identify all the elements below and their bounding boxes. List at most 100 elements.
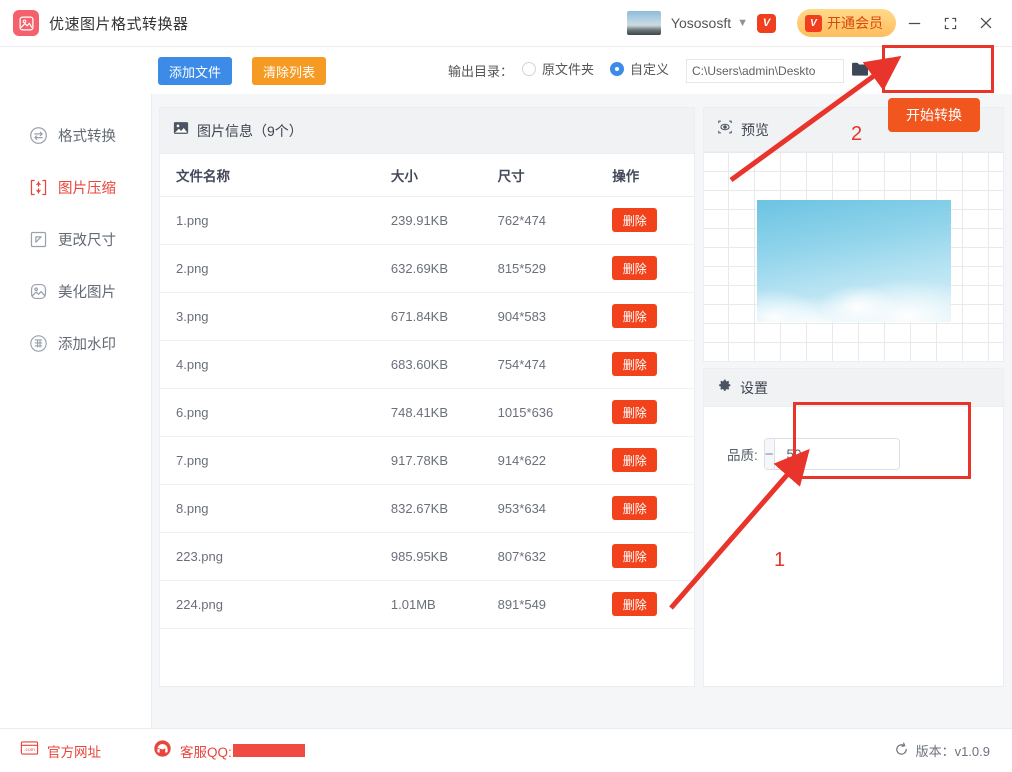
upgrade-membership-button[interactable]: V 开通会员 — [797, 9, 896, 37]
sidebar-item-resize[interactable]: 更改尺寸 — [0, 213, 151, 265]
table-row[interactable]: 4.png 683.60KB 754*474 删除 — [160, 340, 694, 389]
close-button[interactable] — [968, 0, 1004, 46]
image-icon — [173, 120, 189, 141]
cell-actions: 删除 — [612, 532, 694, 581]
column-filename: 文件名称 — [160, 154, 391, 197]
delete-button[interactable]: 删除 — [612, 544, 658, 568]
sidebar-item-image-compress-label: 图片压缩 — [58, 180, 116, 197]
radio-custom-folder[interactable]: 自定义 — [610, 59, 669, 78]
cell-dimensions: 914*622 — [497, 436, 613, 485]
sidebar-item-format-convert[interactable]: 格式转换 — [0, 109, 151, 161]
version-info[interactable]: 版本：v1.0.9 — [894, 741, 990, 760]
cell-dimensions: 904*583 — [497, 292, 613, 341]
file-table-body: 1.png 239.91KB 762*474 删除 2.png 632.69KB… — [160, 196, 694, 629]
add-files-button[interactable]: 添加文件 — [158, 57, 232, 85]
eye-preview-icon — [717, 119, 733, 140]
preview-panel: 预览 — [703, 107, 1004, 362]
quality-stepper[interactable]: − + — [763, 438, 900, 470]
sidebar-item-resize-label: 更改尺寸 — [58, 232, 116, 249]
delete-button[interactable]: 删除 — [612, 400, 658, 424]
column-size: 大小 — [390, 154, 498, 197]
vip-icon[interactable]: V — [757, 13, 776, 33]
quality-input[interactable] — [774, 439, 899, 469]
table-row[interactable]: 2.png 632.69KB 815*529 删除 — [160, 244, 694, 293]
cell-dimensions: 762*474 — [497, 196, 613, 245]
table-row[interactable]: 8.png 832.67KB 953*634 删除 — [160, 484, 694, 533]
preview-image — [757, 200, 951, 322]
table-row[interactable]: 3.png 671.84KB 904*583 删除 — [160, 292, 694, 341]
folder-icon[interactable] — [851, 61, 870, 82]
table-header-row: 文件名称 大小 尺寸 操作 — [160, 154, 694, 197]
clear-list-button[interactable]: 清除列表 — [252, 57, 326, 85]
cell-filename: 1.png — [160, 196, 391, 245]
table-row[interactable]: 224.png 1.01MB 891*549 删除 — [160, 580, 694, 629]
sidebar-item-image-compress[interactable]: 图片压缩 — [0, 161, 151, 213]
settings-title: 设置 — [740, 379, 768, 396]
delete-button[interactable]: 删除 — [612, 304, 658, 328]
cell-actions: 删除 — [612, 484, 694, 533]
delete-button[interactable]: 删除 — [612, 592, 658, 616]
settings-header: 设置 — [704, 369, 1003, 407]
chevron-down-icon[interactable]: ▼ — [737, 17, 748, 29]
svg-text:.com: .com — [24, 748, 35, 753]
maximize-button[interactable] — [932, 0, 968, 46]
table-row[interactable]: 223.png 985.95KB 807*632 删除 — [160, 532, 694, 581]
avatar[interactable] — [626, 11, 661, 35]
radio-source-folder[interactable]: 原文件夹 — [522, 59, 594, 78]
cell-size: 985.95KB — [390, 532, 498, 581]
file-info-panel: 图片信息（9个） 文件名称 大小 尺寸 操作 1.png 239.91KB 76… — [159, 107, 695, 687]
cell-dimensions: 754*474 — [497, 340, 613, 389]
sidebar: 格式转换 图片压缩 更改尺寸 美化图片 添加水印 — [0, 94, 152, 728]
delete-button[interactable]: 删除 — [612, 448, 658, 472]
sidebar-item-format-convert-label: 格式转换 — [58, 128, 116, 145]
cell-filename: 223.png — [160, 532, 391, 581]
output-dir-label: 输出目录： — [448, 64, 514, 79]
quality-decrement-button[interactable]: − — [764, 439, 775, 469]
delete-button[interactable]: 删除 — [612, 256, 658, 280]
resize-icon — [28, 229, 48, 249]
cell-actions: 删除 — [612, 580, 694, 629]
preview-title: 预览 — [741, 121, 769, 138]
table-row[interactable]: 1.png 239.91KB 762*474 删除 — [160, 196, 694, 245]
delete-button[interactable]: 删除 — [612, 496, 658, 520]
sidebar-item-beautify[interactable]: 美化图片 — [0, 265, 151, 317]
cell-actions: 删除 — [612, 196, 694, 245]
cell-actions: 删除 — [612, 340, 694, 389]
service-qq-value-redacted — [232, 744, 305, 757]
sidebar-item-watermark[interactable]: 添加水印 — [0, 317, 151, 369]
user-name[interactable]: Yosososft — [671, 15, 731, 31]
beautify-image-icon — [28, 281, 48, 301]
minimize-button[interactable] — [896, 0, 932, 46]
output-dir-radio-group: 原文件夹 自定义 — [522, 59, 669, 78]
settings-panel: 设置 品质: − + — [703, 368, 1004, 687]
com-globe-icon: .com — [20, 740, 39, 761]
start-convert-button[interactable]: 开始转换 — [888, 98, 980, 132]
cell-dimensions: 891*549 — [497, 580, 613, 629]
column-actions: 操作 — [612, 154, 694, 197]
output-path-input[interactable]: C:\Users\admin\Deskto — [686, 59, 844, 83]
upgrade-membership-label: 开通会员 — [827, 15, 883, 31]
file-panel-header: 图片信息（9个） — [160, 108, 694, 154]
cell-dimensions: 953*634 — [497, 484, 613, 533]
cell-dimensions: 1015*636 — [497, 388, 613, 437]
table-row[interactable]: 6.png 748.41KB 1015*636 删除 — [160, 388, 694, 437]
official-website-link[interactable]: .com 官方网址 — [20, 740, 101, 761]
convert-arrows-icon — [28, 125, 48, 145]
delete-button[interactable]: 删除 — [612, 352, 658, 376]
cell-dimensions: 815*529 — [497, 244, 613, 293]
cell-filename: 8.png — [160, 484, 391, 533]
cell-size: 832.67KB — [390, 484, 498, 533]
app-logo-icon — [13, 10, 39, 36]
refresh-icon — [894, 742, 909, 760]
service-qq-item[interactable]: 客服QQ: — [153, 739, 305, 763]
toolbar: 添加文件 清除列表 输出目录： 原文件夹 自定义 C:\Users\admin\… — [0, 46, 1012, 132]
column-dimensions: 尺寸 — [497, 154, 613, 197]
delete-button[interactable]: 删除 — [612, 208, 658, 232]
cell-size: 671.84KB — [390, 292, 498, 341]
footer: .com 官方网址 客服QQ: 版本：v1.0.9 — [0, 728, 1012, 772]
cell-actions: 删除 — [612, 436, 694, 485]
cell-filename: 3.png — [160, 292, 391, 341]
radio-source-folder-dot — [522, 61, 536, 76]
cell-filename: 7.png — [160, 436, 391, 485]
table-row[interactable]: 7.png 917.78KB 914*622 删除 — [160, 436, 694, 485]
